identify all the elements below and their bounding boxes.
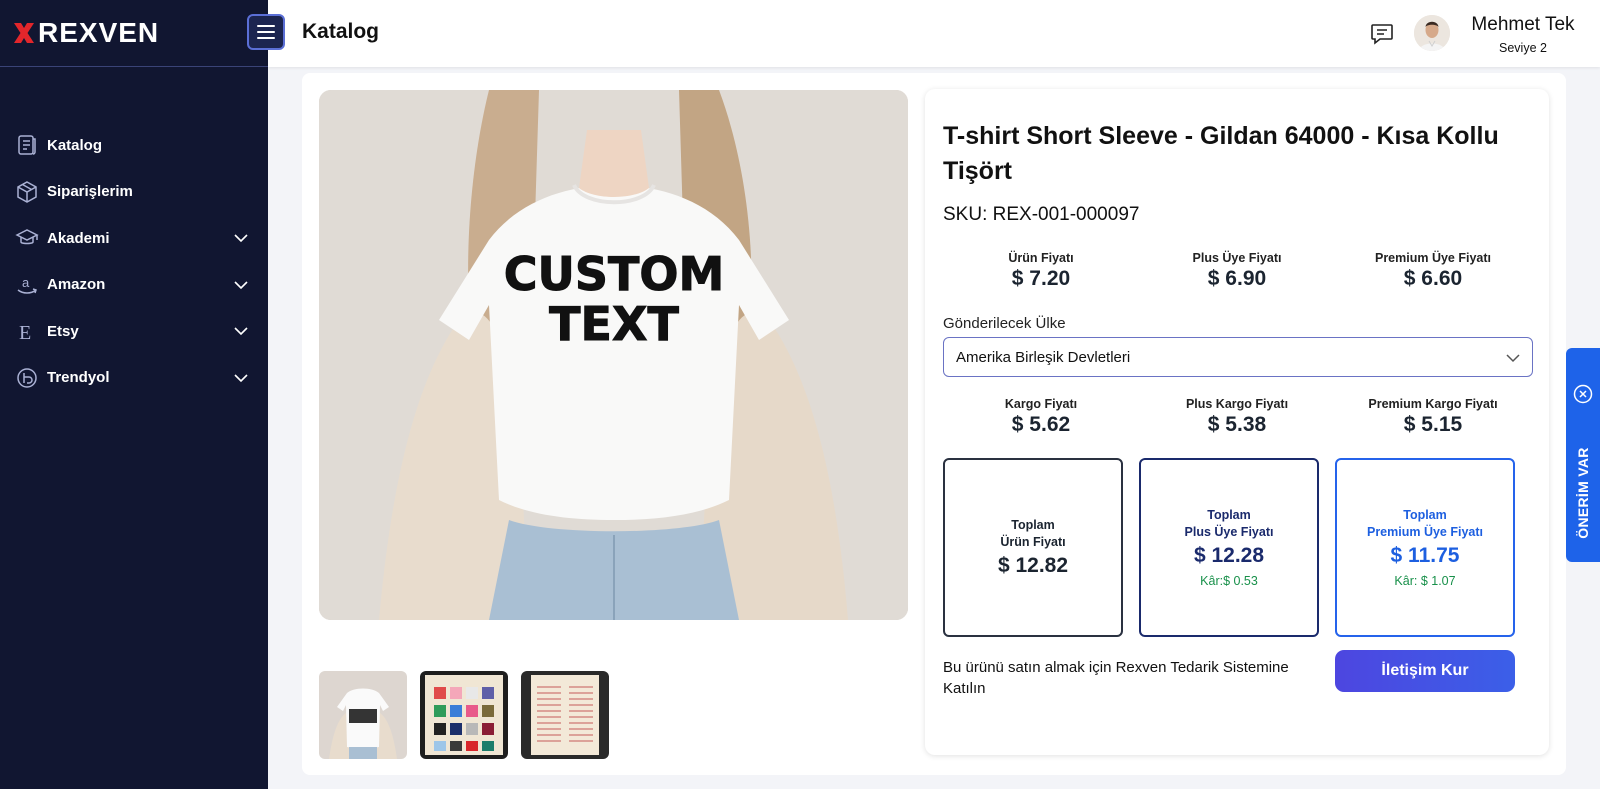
price-plus: Plus Üye Fiyatı $ 6.90 [1139, 251, 1335, 291]
shipping-row: Kargo Fiyatı $ 5.62 Plus Kargo Fiyatı $ … [943, 397, 1533, 437]
shipping-label: Plus Kargo Fiyatı [1185, 397, 1289, 411]
chevron-down-icon[interactable] [232, 229, 250, 247]
product-detail-card: CUSTOM TEXT T-shirt Short Sleeve - Gilda… [302, 73, 1566, 775]
sidebar-item-label: Siparişlerim [47, 183, 133, 201]
catalog-icon [14, 132, 40, 158]
total-value: $ 12.28 [1193, 544, 1265, 567]
price-label: Plus Üye Fiyatı [1192, 251, 1282, 265]
amazon-icon: a [14, 272, 40, 298]
price-value: $ 6.60 [1403, 267, 1463, 290]
sidebar-item-amazon[interactable]: a Amazon [0, 262, 268, 309]
brand-logo[interactable]: REXVEN [0, 0, 268, 67]
product-info-card: T-shirt Short Sleeve - Gildan 64000 - Kı… [925, 89, 1549, 755]
thumbnail-1[interactable] [319, 671, 407, 759]
shipping-value: $ 5.62 [1011, 413, 1071, 436]
sidebar-item-siparislerim[interactable]: Siparişlerim [0, 169, 268, 216]
profit-text: Kâr:$ 0.53 [1200, 574, 1258, 588]
total-label: Toplam [1403, 508, 1447, 522]
sidebar-item-akademi[interactable]: Akademi [0, 215, 268, 262]
hamburger-line [257, 31, 275, 33]
shirt-print-line2: TEXT [549, 297, 679, 351]
shirt-print-line1: CUSTOM [504, 247, 725, 301]
price-value: $ 7.20 [1011, 267, 1071, 290]
brand-name: REXVEN [38, 17, 160, 48]
country-label: Gönderilecek Ülke [943, 315, 1066, 332]
trendyol-icon [14, 365, 40, 391]
product-title: T-shirt Short Sleeve - Gildan 64000 - Kı… [943, 122, 1499, 185]
price-value: $ 6.90 [1207, 267, 1267, 290]
sidebar-item-label: Etsy [47, 322, 79, 340]
avatar[interactable] [1414, 15, 1450, 51]
product-main-image[interactable]: CUSTOM TEXT [319, 90, 908, 620]
package-icon [14, 179, 40, 205]
profit-text: Kâr: $ 1.07 [1394, 574, 1456, 588]
hamburger-icon [257, 25, 275, 27]
thumbnail-strip [319, 671, 609, 759]
message-icon[interactable] [1369, 21, 1395, 47]
sidebar-item-etsy[interactable]: E Etsy [0, 308, 268, 355]
hamburger-line [257, 37, 275, 39]
shipping-plus: Plus Kargo Fiyatı $ 5.38 [1139, 397, 1335, 437]
chevron-down-icon[interactable] [232, 369, 250, 387]
total-premium-box: Toplam Premium Üye Fiyatı $ 11.75 Kâr: $… [1335, 458, 1515, 637]
etsy-icon: E [14, 318, 40, 344]
page-title: Katalog [302, 20, 380, 43]
total-label: Toplam [1011, 518, 1055, 532]
sidebar-item-label: Katalog [47, 136, 103, 154]
sidebar-item-katalog[interactable]: Katalog [0, 122, 268, 169]
shipping-value: $ 5.15 [1403, 413, 1463, 436]
total-regular-box: Toplam Ürün Fiyatı $ 12.82 [943, 458, 1123, 637]
svg-text:a: a [22, 275, 30, 290]
thumbnail-3[interactable] [521, 671, 609, 759]
total-sublabel: Premium Üye Fiyatı [1366, 525, 1483, 539]
country-select[interactable]: Amerika Birleşik Devletleri [943, 337, 1533, 377]
sidebar-item-label: Amazon [47, 276, 106, 294]
price-regular: Ürün Fiyatı $ 7.20 [943, 251, 1139, 291]
sidebar-item-label: Trendyol [47, 369, 110, 387]
chevron-down-icon[interactable] [232, 322, 250, 340]
chevron-down-icon [1506, 354, 1520, 363]
suggestion-tab[interactable]: ÖNERİM VAR [1566, 348, 1600, 562]
country-selected-value: Amerika Birleşik Devletleri [956, 348, 1131, 366]
shipping-regular: Kargo Fiyatı $ 5.62 [943, 397, 1139, 437]
price-premium: Premium Üye Fiyatı $ 6.60 [1335, 251, 1531, 291]
thumbnail-2[interactable] [420, 671, 508, 759]
rexven-logo-mark [14, 23, 34, 43]
total-value: $ 11.75 [1390, 544, 1460, 567]
chevron-down-icon[interactable] [232, 276, 250, 294]
join-message: Bu ürünü satın almak için Rexven Tedarik… [943, 659, 1289, 697]
total-label: Toplam [1207, 508, 1251, 522]
close-circle-icon[interactable] [1573, 384, 1593, 404]
sidebar-item-label: Akademi [47, 229, 110, 247]
top-bar: Katalog Mehmet Tek Seviye 2 [247, 0, 1600, 67]
price-label: Premium Üye Fiyatı [1374, 251, 1491, 265]
price-row: Ürün Fiyatı $ 7.20 Plus Üye Fiyatı $ 6.9… [943, 251, 1533, 291]
sidebar-item-trendyol[interactable]: Trendyol [0, 355, 268, 402]
contact-button[interactable]: İletişim Kur [1335, 650, 1515, 692]
user-name[interactable]: Mehmet Tek [1458, 14, 1588, 36]
svg-text:E: E [19, 322, 31, 343]
shipping-premium: Premium Kargo Fiyatı $ 5.15 [1335, 397, 1531, 437]
shipping-label: Premium Kargo Fiyatı [1368, 397, 1498, 411]
shipping-label: Kargo Fiyatı [1004, 397, 1078, 411]
total-value: $ 12.82 [997, 554, 1069, 577]
user-level: Seviye 2 [1499, 41, 1547, 55]
suggestion-tab-label: ÖNERİM VAR [1575, 447, 1591, 539]
total-sublabel: Plus Üye Fiyatı [1184, 525, 1274, 539]
graduation-cap-icon [14, 225, 40, 251]
product-sku: SKU: REX-001-000097 [943, 204, 1140, 225]
total-sublabel: Ürün Fiyatı [1000, 535, 1066, 549]
shipping-value: $ 5.38 [1207, 413, 1267, 436]
sidebar: REXVEN Katalog Siparişlerim Akademi a Am… [0, 0, 268, 789]
menu-toggle-button[interactable] [247, 14, 285, 50]
sidebar-nav: Katalog Siparişlerim Akademi a Amazon E [0, 122, 268, 401]
total-plus-box: Toplam Plus Üye Fiyatı $ 12.28 Kâr:$ 0.5… [1139, 458, 1319, 637]
price-label: Ürün Fiyatı [1008, 251, 1074, 265]
